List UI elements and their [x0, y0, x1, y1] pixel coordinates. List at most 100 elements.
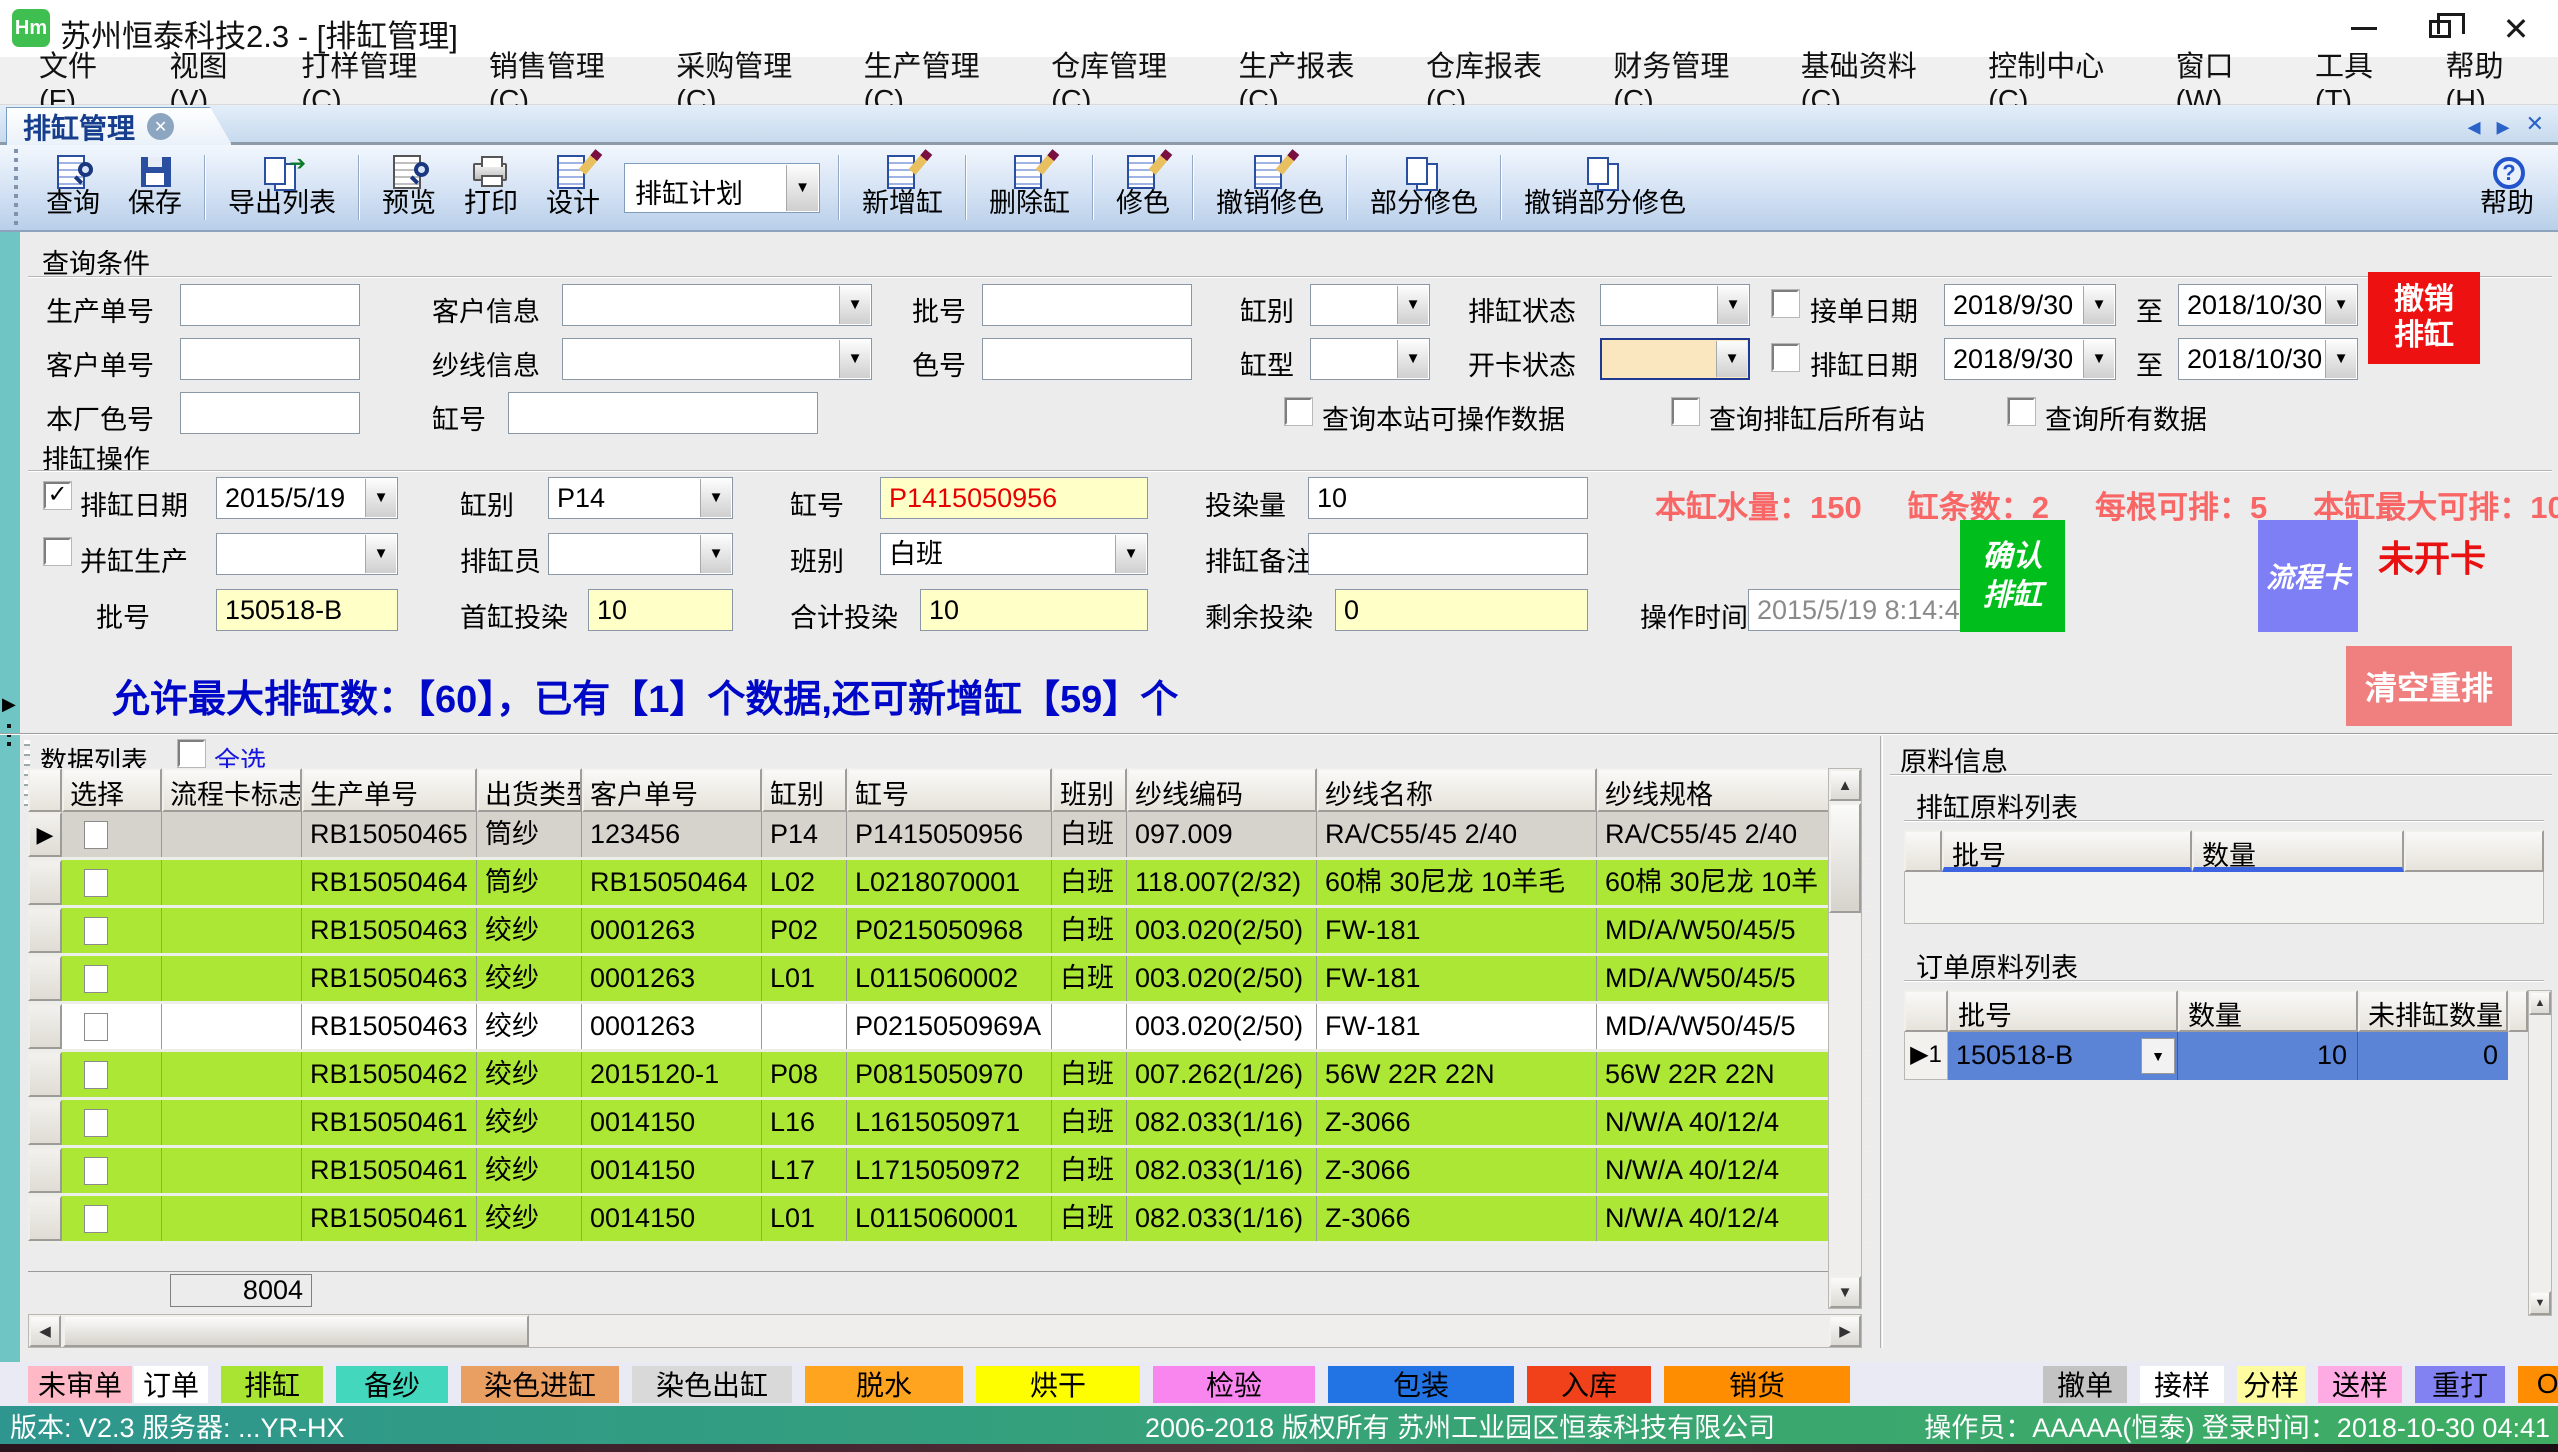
- undo-partial-fix-color-button[interactable]: 撤销部分修色: [1510, 149, 1700, 226]
- tab-close-icon[interactable]: ✕: [147, 113, 174, 140]
- clear-rearrange-button[interactable]: 清空重排: [2346, 646, 2512, 726]
- first-dye-field[interactable]: 10: [588, 589, 733, 631]
- partial-fix-color-button[interactable]: 部分修色: [1356, 149, 1492, 226]
- print-button[interactable]: 打印: [450, 149, 532, 226]
- grid-row[interactable]: RB15050461 绞纱 0014150 L01 L0115060001 白班…: [28, 1196, 1874, 1244]
- merge-prod-checkbox[interactable]: [44, 538, 71, 565]
- row-checkbox[interactable]: [84, 1157, 108, 1185]
- card-status-combobox[interactable]: [1600, 338, 1750, 380]
- tab-scroll-left-icon[interactable]: ◂: [2467, 111, 2480, 142]
- column-header[interactable]: 纱线名称: [1317, 768, 1597, 812]
- scroll-down-icon[interactable]: ▼: [1829, 1276, 1861, 1308]
- column-header[interactable]: 缸别: [762, 768, 847, 812]
- recv-date-to-picker[interactable]: 2018/10/30: [2178, 284, 2358, 326]
- hscroll-thumb[interactable]: [63, 1315, 529, 1347]
- find-button[interactable]: 查询: [32, 149, 114, 226]
- grid-row[interactable]: ▶ RB15050465 筒纱 123456 P14 P1415050956 白…: [28, 812, 1874, 860]
- column-header[interactable]: 数量: [2178, 990, 2358, 1032]
- help-button[interactable]: ? 帮助: [2466, 149, 2548, 226]
- save-button[interactable]: 保存: [114, 149, 196, 226]
- grid-row[interactable]: RB15050463 绞纱 0001263 P02 P0215050968 白班…: [28, 908, 1874, 956]
- query-after-checkbox[interactable]: [1672, 398, 1699, 425]
- cust-info-combobox[interactable]: [562, 284, 872, 326]
- column-header[interactable]: 生产单号: [302, 768, 477, 812]
- column-header[interactable]: 数量: [2192, 830, 2404, 872]
- vat-no-op-field[interactable]: P1415050956: [880, 477, 1148, 519]
- arrange-date-to-picker[interactable]: 2018/10/30: [2178, 338, 2358, 380]
- vat-type-combobox[interactable]: [1310, 338, 1430, 380]
- grid-row[interactable]: RB15050462 绞纱 2015120-1 P08 P0815050970 …: [28, 1052, 1874, 1100]
- column-header[interactable]: 未排缸数量: [2358, 990, 2508, 1032]
- row-checkbox[interactable]: [84, 1061, 108, 1089]
- total-dye-field[interactable]: 10: [920, 589, 1148, 631]
- batch-op-field[interactable]: 150518-B: [216, 589, 398, 631]
- materials-vscrollbar[interactable]: ▲ ▼: [2528, 990, 2552, 1316]
- arrange-date-checkbox[interactable]: [1772, 344, 1799, 371]
- vat-no-input[interactable]: [508, 392, 818, 434]
- column-header[interactable]: 批号: [1948, 990, 2178, 1032]
- tab-scroll-right-icon[interactable]: ▸: [2497, 111, 2510, 142]
- row-checkbox[interactable]: [84, 965, 108, 993]
- row-checkbox[interactable]: [84, 1013, 108, 1041]
- column-header[interactable]: 纱线编码: [1127, 768, 1317, 812]
- arrange-status-combobox[interactable]: [1600, 284, 1750, 326]
- column-header[interactable]: 纱线规格: [1597, 768, 1828, 812]
- order-batch-cell[interactable]: 150518-B ▼: [1948, 1032, 2178, 1080]
- column-header[interactable]: 流程卡标志: [162, 768, 302, 812]
- select-all-checkbox[interactable]: [178, 740, 205, 767]
- scroll-down-icon[interactable]: ▼: [2529, 1291, 2551, 1315]
- undo-arrange-button[interactable]: 撤销 排缸: [2368, 272, 2480, 364]
- dye-qty-input[interactable]: 10: [1308, 477, 1588, 519]
- query-site-checkbox[interactable]: [1285, 398, 1312, 425]
- grid-vscrollbar[interactable]: ▲ ▼: [1828, 768, 1862, 1309]
- add-vat-button[interactable]: 新增缸: [848, 149, 957, 226]
- vat-class-combobox[interactable]: [1310, 284, 1430, 326]
- yarn-info-combobox[interactable]: [562, 338, 872, 380]
- report-type-combobox[interactable]: 排缸计划 ▼: [624, 163, 820, 213]
- color-no-input[interactable]: [982, 338, 1192, 380]
- row-checkbox[interactable]: [84, 1205, 108, 1233]
- merge-prod-combobox[interactable]: [216, 533, 398, 575]
- undo-fix-color-button[interactable]: 撤销修色: [1202, 149, 1338, 226]
- row-checkbox[interactable]: [84, 1109, 108, 1137]
- remark-input[interactable]: [1308, 533, 1588, 575]
- arrange-date-op-picker[interactable]: 2015/5/19: [216, 477, 398, 519]
- arrange-date-from-picker[interactable]: 2018/9/30: [1944, 338, 2116, 380]
- export-list-button[interactable]: ➔ 导出列表: [214, 149, 350, 226]
- vscroll-thumb[interactable]: [1829, 803, 1861, 913]
- fix-color-button[interactable]: 修色: [1102, 149, 1184, 226]
- order-materials-row[interactable]: ▶1 150518-B ▼ 10 0: [1904, 1032, 2528, 1080]
- column-header[interactable]: 客户单号: [582, 768, 762, 812]
- scroll-up-icon[interactable]: ▲: [2529, 991, 2551, 1015]
- scroll-left-icon[interactable]: ◀: [29, 1315, 61, 1347]
- row-checkbox[interactable]: [84, 869, 108, 897]
- recv-date-checkbox[interactable]: [1772, 290, 1799, 317]
- cust-no-input[interactable]: [180, 338, 360, 380]
- grid-row[interactable]: RB15050464 筒纱 RB15050464 L02 L0218070001…: [28, 860, 1874, 908]
- factory-color-input[interactable]: [180, 392, 360, 434]
- delete-vat-button[interactable]: 删除缸: [975, 149, 1084, 226]
- scroll-up-icon[interactable]: ▲: [1829, 769, 1861, 801]
- confirm-arrange-button[interactable]: 确认 排缸: [1960, 520, 2065, 632]
- arrange-date-op-checkbox[interactable]: ✓: [44, 482, 71, 509]
- chevron-down-icon[interactable]: ▼: [2141, 1038, 2175, 1074]
- grid-row[interactable]: RB15050461 绞纱 0014150 L16 L1615050971 白班…: [28, 1100, 1874, 1148]
- panel-splitter[interactable]: [1880, 736, 1883, 1348]
- column-header[interactable]: 出货类型: [477, 768, 582, 812]
- recv-date-from-picker[interactable]: 2018/9/30: [1944, 284, 2116, 326]
- remain-dye-field[interactable]: 0: [1335, 589, 1588, 631]
- shift-combobox[interactable]: 白班: [880, 533, 1148, 575]
- column-header[interactable]: 缸号: [847, 768, 1052, 812]
- row-checkbox[interactable]: [84, 917, 108, 945]
- preview-button[interactable]: 预览: [368, 149, 450, 226]
- tab-paigang-guanli[interactable]: 排缸管理 ✕: [6, 107, 232, 145]
- scroll-right-icon[interactable]: ▶: [1829, 1315, 1861, 1347]
- splitter-collapse-arrow-icon[interactable]: ▶: [2, 694, 16, 715]
- grid-row[interactable]: RB15050463 绞纱 0001263 P0215050969A 003.0…: [28, 1004, 1874, 1052]
- row-checkbox[interactable]: [84, 821, 108, 849]
- column-header[interactable]: 班别: [1052, 768, 1127, 812]
- prod-no-input[interactable]: [180, 284, 360, 326]
- vat-class-op-combobox[interactable]: P14: [548, 477, 733, 519]
- column-header[interactable]: 批号: [1942, 830, 2192, 872]
- grid-row[interactable]: RB15050463 绞纱 0001263 L01 L0115060002 白班…: [28, 956, 1874, 1004]
